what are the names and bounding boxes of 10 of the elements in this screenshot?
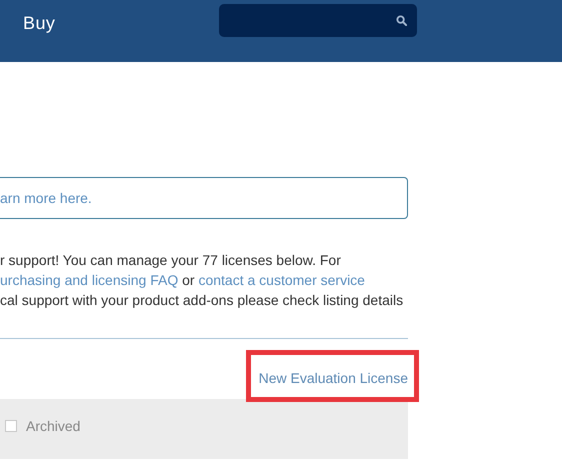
new-evaluation-license-link[interactable]: New Evaluation License (258, 368, 408, 389)
search-icon[interactable] (396, 15, 408, 26)
intro-paragraph: r support! You can manage your 77 licenses below. For urchasing and licensing FAQ or contact a customer service cal support with your product add-ons please check listing details (0, 251, 404, 310)
text-link[interactable]: contact a customer service (198, 272, 365, 288)
checkbox[interactable] (5, 420, 17, 432)
page-title: Buy (23, 12, 56, 35)
learn-more-link[interactable]: arn more here. (0, 188, 92, 208)
checkbox-label: Archived (26, 416, 80, 436)
text-link[interactable]: urchasing and licensing FAQ (0, 272, 178, 288)
search-field[interactable] (219, 4, 418, 37)
